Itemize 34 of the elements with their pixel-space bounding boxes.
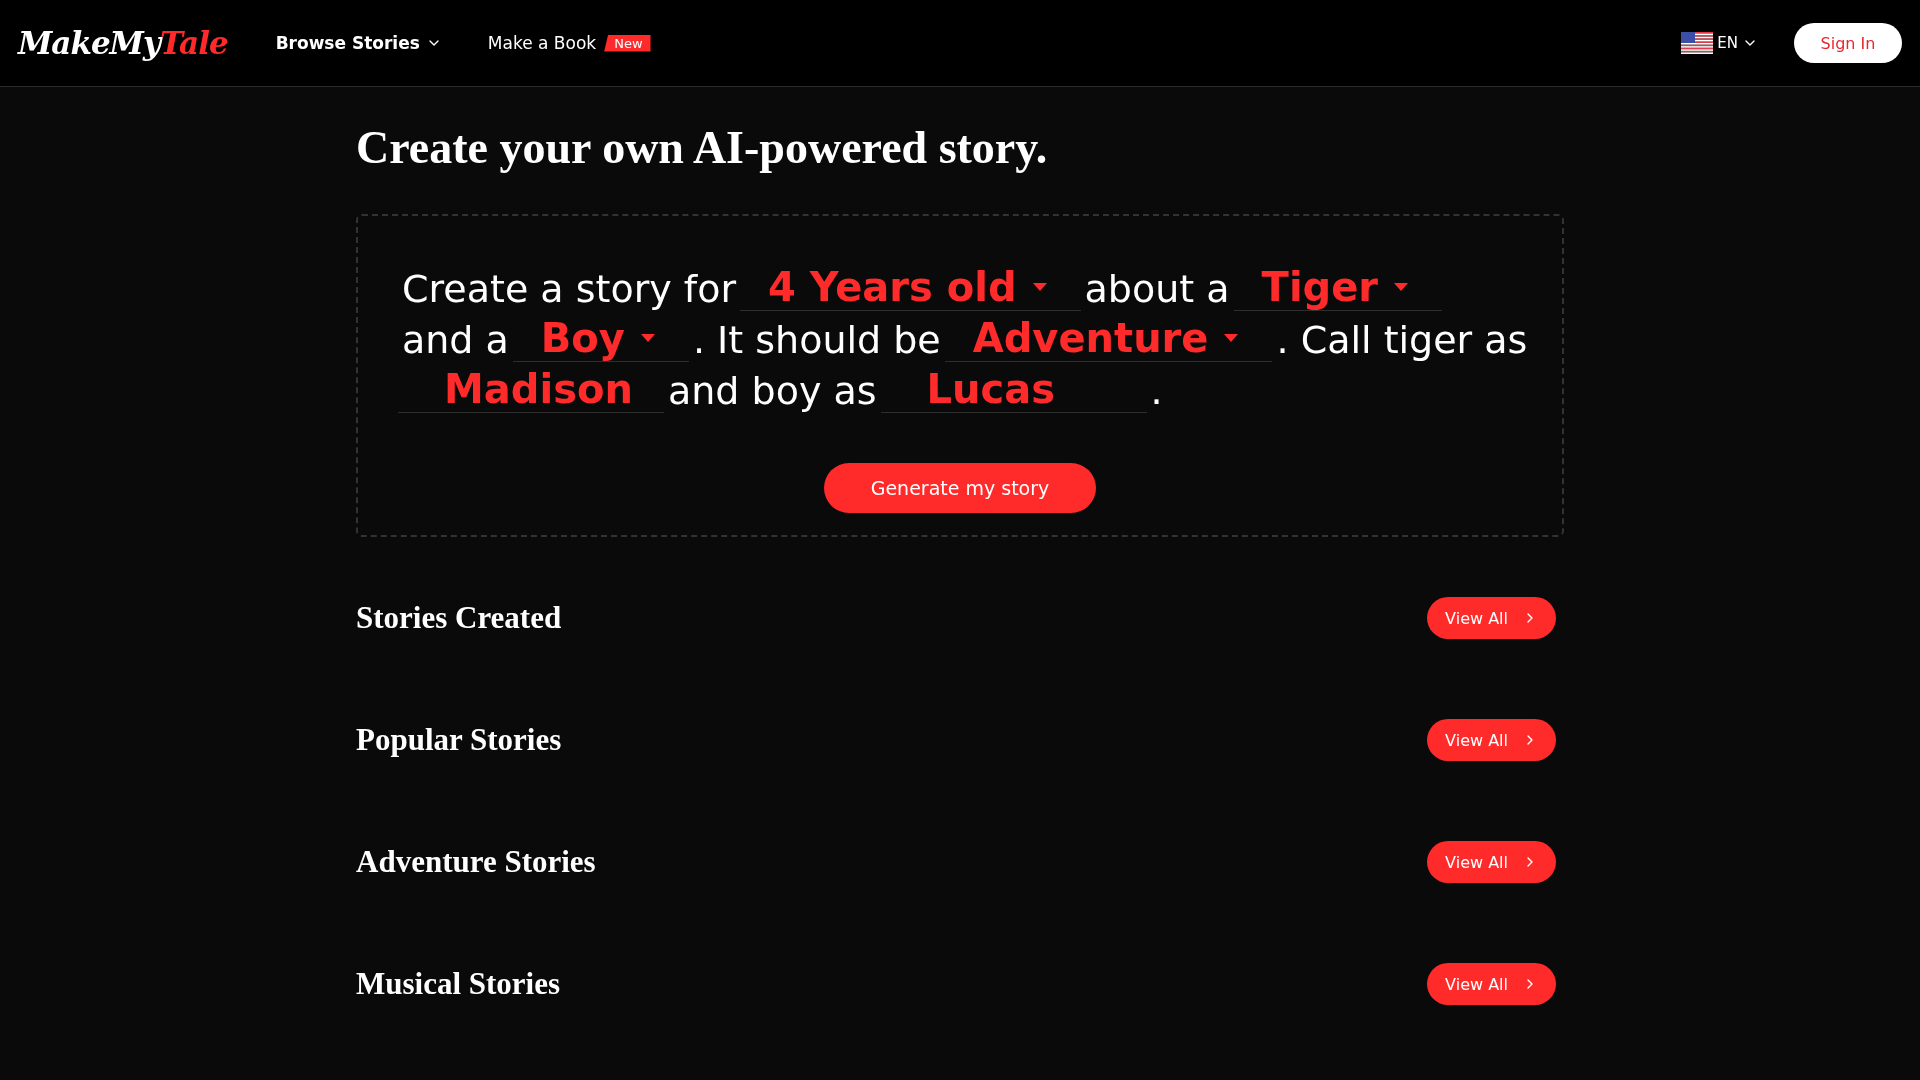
section-title: Popular Stories xyxy=(356,722,562,758)
sentence-text: . It should be xyxy=(691,318,942,362)
new-badge: New xyxy=(604,34,651,52)
name-input[interactable]: Madison xyxy=(398,366,664,413)
view-all-button[interactable]: View All xyxy=(1427,597,1556,639)
option-dropdown[interactable]: Adventure xyxy=(944,315,1273,362)
generate-story-button[interactable]: Generate my story xyxy=(824,463,1096,513)
section-title: Stories Created xyxy=(356,600,562,636)
option-dropdown[interactable]: Boy xyxy=(512,315,689,362)
caret-down-icon xyxy=(1394,283,1409,291)
sign-in-button[interactable]: Sign In xyxy=(1794,23,1902,63)
language-selector[interactable]: EN xyxy=(1675,31,1764,55)
view-all-button[interactable]: View All xyxy=(1427,841,1556,883)
nav-link[interactable]: Make a Book xyxy=(487,33,597,53)
sentence-text: and a xyxy=(401,318,510,362)
sentence-text: . Call tiger as xyxy=(1275,318,1529,362)
view-all-button[interactable]: View All xyxy=(1427,719,1556,761)
sentence-text: and boy as xyxy=(667,369,878,413)
caret-down-icon xyxy=(1032,283,1047,291)
caret-down-icon xyxy=(640,334,655,342)
section-title: Musical Stories xyxy=(356,966,561,1002)
sentence-text: about a xyxy=(1083,267,1231,311)
caret-down-icon xyxy=(1224,334,1239,342)
nav-link[interactable]: Browse Stories xyxy=(275,33,442,53)
logo[interactable]: MakeMyTale xyxy=(18,25,228,61)
view-all-button[interactable]: View All xyxy=(1427,963,1556,1005)
sentence-text: Create a story for xyxy=(401,267,738,311)
name-input[interactable]: Lucas xyxy=(880,366,1147,413)
sentence-text: . xyxy=(1149,369,1164,413)
flag-icon xyxy=(1681,32,1714,54)
page-title: Create your own AI-powered story. xyxy=(356,121,1049,174)
option-dropdown[interactable]: 4 Years old xyxy=(740,264,1081,311)
option-dropdown[interactable]: Tiger xyxy=(1233,264,1443,311)
section-title: Adventure Stories xyxy=(356,844,596,880)
